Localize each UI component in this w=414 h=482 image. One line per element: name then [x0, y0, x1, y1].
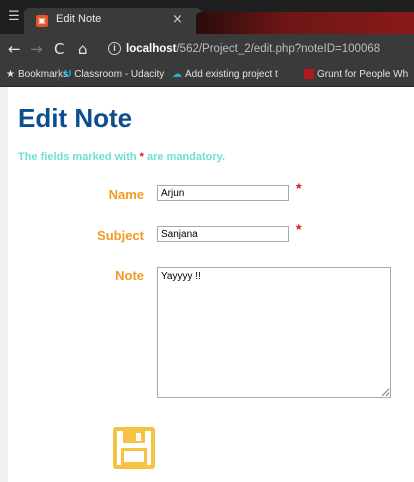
- forward-icon[interactable]: →: [30, 39, 43, 59]
- note-label: Note: [115, 268, 144, 283]
- tab-close-icon[interactable]: ×: [172, 12, 183, 27]
- bookmark-add-project[interactable]: ☁ Add existing project t: [172, 68, 278, 82]
- udacity-icon: U: [64, 69, 72, 80]
- tab-favicon-icon: ▣: [36, 15, 48, 27]
- info-icon[interactable]: i: [108, 42, 121, 56]
- browser-tab-strip: ☰ ▣ Edit Note ×: [0, 0, 414, 34]
- bookmark-grunt[interactable]: Grunt for People Wh: [304, 68, 408, 82]
- note-textarea[interactable]: Yayyyy !!: [157, 267, 391, 398]
- bookmarks-bar: ★ Bookmarks U Classroom - Udacity ☁ Add exi…: [0, 64, 414, 87]
- bookmark-udacity[interactable]: U Classroom - Udacity: [64, 68, 164, 82]
- browser-toolbar: ← → C ⌂ i localhost/562/Project_2/edit.ph…: [0, 34, 414, 64]
- name-input[interactable]: [157, 185, 289, 201]
- subject-input[interactable]: [157, 226, 289, 242]
- browser-menu-icon[interactable]: ☰: [4, 8, 24, 26]
- browser-tab[interactable]: ▣ Edit Note ×: [24, 8, 202, 34]
- name-label: Name: [108, 187, 144, 202]
- page-title: Edit Note: [18, 103, 133, 133]
- bookmarks-divider: [58, 69, 59, 81]
- subject-label: Subject: [97, 228, 144, 243]
- reload-icon[interactable]: C: [54, 39, 64, 59]
- save-button[interactable]: [110, 424, 158, 472]
- back-icon[interactable]: ←: [8, 39, 21, 59]
- tab-title: Edit Note: [56, 13, 102, 25]
- mandatory-note: The fields marked with * are mandatory.: [18, 151, 226, 163]
- floppy-disk-icon: [113, 427, 155, 469]
- name-required-star: *: [296, 180, 302, 196]
- grunt-icon: [304, 69, 314, 80]
- address-bar[interactable]: i localhost/562/Project_2/edit.php?noteID…: [108, 39, 414, 59]
- star-icon: ★: [6, 69, 15, 80]
- new-tab-area[interactable]: [196, 12, 414, 34]
- page-content: Edit Note The fields marked with * are m…: [0, 87, 414, 482]
- cloud-icon: ☁: [172, 69, 182, 80]
- home-icon[interactable]: ⌂: [78, 39, 88, 59]
- url-path: /562/Project_2/edit.php?noteID=100068: [176, 43, 381, 55]
- subject-required-star: *: [296, 221, 302, 237]
- url-host: localhost: [126, 43, 177, 55]
